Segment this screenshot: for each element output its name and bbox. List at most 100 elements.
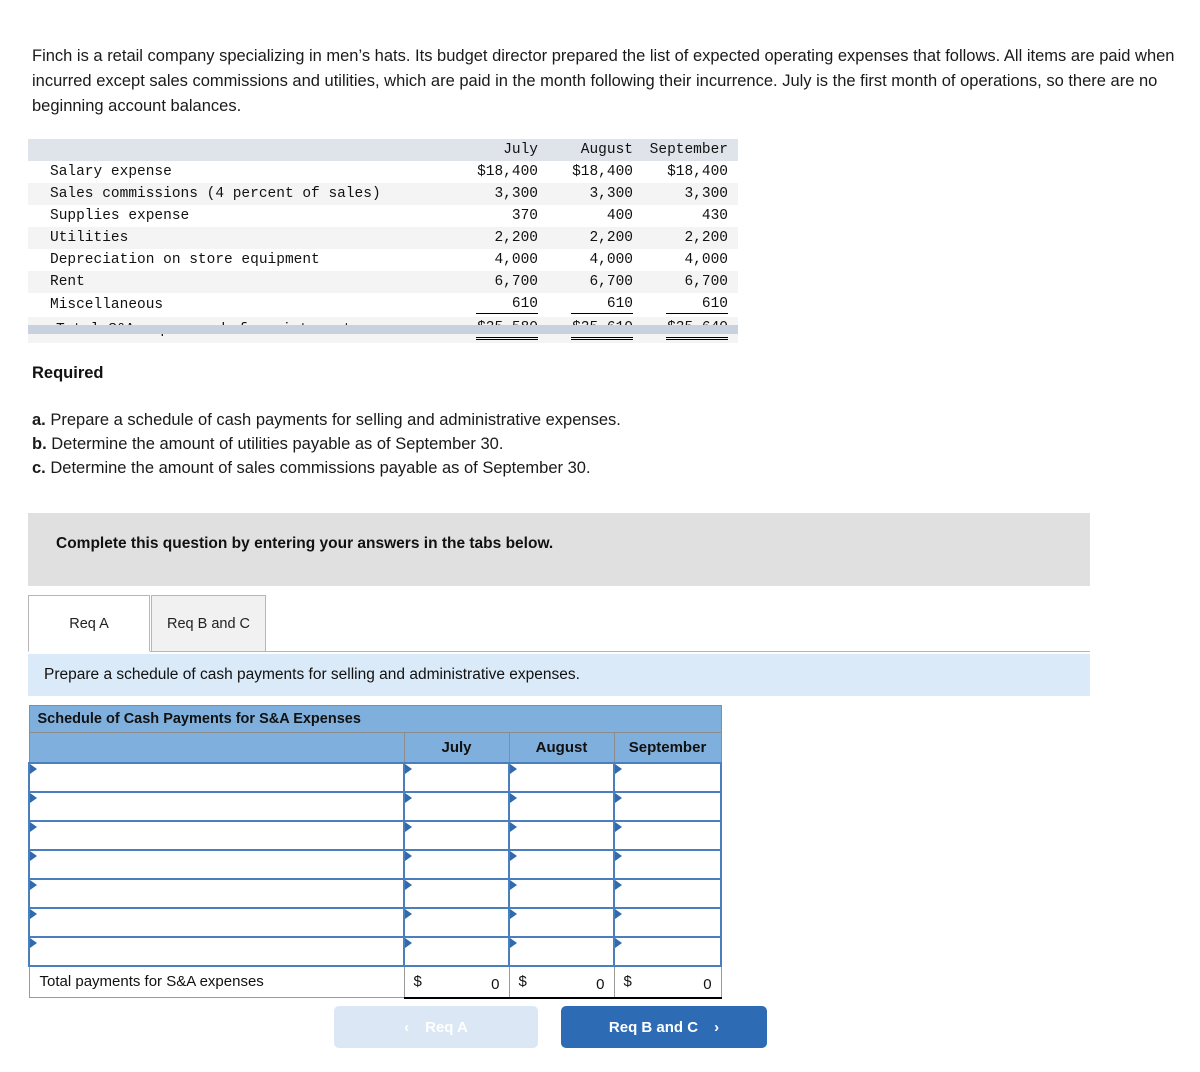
table-row: Sales commissions (4 percent of sales) 3… <box>28 183 738 205</box>
schedule-input-august-7[interactable] <box>508 935 615 967</box>
schedule-input-desc-4[interactable] <box>28 848 405 880</box>
schedule-col-september: September <box>613 732 722 763</box>
question-page: Finch is a retail company specializing i… <box>0 0 1200 1072</box>
item-text-c: Determine the amount of sales commission… <box>50 459 591 477</box>
table-row <box>28 761 723 793</box>
schedule-total-july: $ 0 <box>403 965 510 999</box>
row-value-september: 2,200 <box>684 230 728 246</box>
prev-req-a-button[interactable]: ‹ Req A <box>334 1006 538 1048</box>
row-value-september: 4,000 <box>684 252 728 268</box>
schedule-input-july-6[interactable] <box>403 906 510 938</box>
dropdown-arrow-icon <box>615 821 622 832</box>
dropdown-arrow-icon <box>615 850 622 861</box>
schedule-col-august: August <box>508 732 615 763</box>
chevron-left-icon: ‹ <box>404 1018 410 1036</box>
row-value-september: 430 <box>701 208 728 224</box>
table-row <box>28 790 723 822</box>
dropdown-arrow-icon <box>405 850 412 861</box>
row-value-july: $18,400 <box>477 164 538 180</box>
next-req-b-and-c-button[interactable]: Req B and C › <box>561 1006 767 1048</box>
table-row <box>28 848 723 880</box>
schedule-input-august-1[interactable] <box>508 761 615 793</box>
schedule-input-desc-2[interactable] <box>28 790 405 822</box>
row-value-september-text: 610 <box>666 296 728 314</box>
schedule-input-september-2[interactable] <box>612 790 723 822</box>
dropdown-arrow-icon <box>615 792 622 803</box>
currency-symbol: $ <box>413 972 422 990</box>
schedule-input-september-1[interactable] <box>612 761 723 793</box>
schedule-input-august-2[interactable] <box>508 790 615 822</box>
schedule-input-july-2[interactable] <box>403 790 510 822</box>
table-row: Salary expense $18,400 $18,400 $18,400 <box>28 161 738 183</box>
expense-col-july: July <box>503 142 538 158</box>
dropdown-arrow-icon <box>510 792 517 803</box>
schedule-input-desc-3[interactable] <box>28 819 405 851</box>
row-value-july: 370 <box>511 208 538 224</box>
schedule-input-desc-7[interactable] <box>28 935 405 967</box>
dropdown-arrow-icon <box>510 821 517 832</box>
row-value-august-text: 610 <box>571 296 633 314</box>
row-value-august: 4,000 <box>589 252 633 268</box>
schedule-input-july-3[interactable] <box>403 819 510 851</box>
schedule-input-july-5[interactable] <box>403 877 510 909</box>
schedule-total-august: $ 0 <box>508 965 615 999</box>
table-row <box>28 906 723 938</box>
dropdown-arrow-icon <box>510 763 517 774</box>
schedule-input-august-5[interactable] <box>508 877 615 909</box>
schedule-input-august-3[interactable] <box>508 819 615 851</box>
required-heading: Required <box>32 364 104 382</box>
dropdown-arrow-icon <box>510 908 517 919</box>
table-row <box>28 819 723 851</box>
table-row: Rent 6,700 6,700 6,700 <box>28 271 738 293</box>
dropdown-arrow-icon <box>510 850 517 861</box>
dropdown-arrow-icon <box>615 908 622 919</box>
schedule-input-september-3[interactable] <box>612 819 723 851</box>
schedule-title-row: Schedule of Cash Payments for S&A Expens… <box>28 705 722 733</box>
schedule-input-desc-1[interactable] <box>28 761 405 793</box>
schedule-table-container: Schedule of Cash Payments for S&A Expens… <box>28 705 723 999</box>
dropdown-arrow-icon <box>30 763 37 774</box>
schedule-input-july-7[interactable] <box>403 935 510 967</box>
tab-req-a-label: Req A <box>69 615 109 632</box>
schedule-input-desc-5[interactable] <box>28 877 405 909</box>
list-item: b. Determine the amount of utilities pay… <box>32 432 621 456</box>
dropdown-arrow-icon <box>510 879 517 890</box>
chevron-right-icon: › <box>714 1018 720 1036</box>
schedule-input-july-1[interactable] <box>403 761 510 793</box>
tab-req-b-and-c-label: Req B and C <box>166 615 251 632</box>
dropdown-arrow-icon <box>30 792 37 803</box>
dropdown-arrow-icon <box>405 792 412 803</box>
row-value-july: 4,000 <box>494 252 538 268</box>
schedule-input-september-6[interactable] <box>612 906 723 938</box>
tab-instruction-bar: Prepare a schedule of cash payments for … <box>28 654 1090 696</box>
schedule-input-september-5[interactable] <box>612 877 723 909</box>
row-value-august: 610 <box>548 293 643 317</box>
table-row <box>28 877 723 909</box>
dropdown-arrow-icon <box>405 763 412 774</box>
schedule-input-august-6[interactable] <box>508 906 615 938</box>
row-label: Rent <box>50 274 85 290</box>
dropdown-arrow-icon <box>405 879 412 890</box>
row-label: Depreciation on store equipment <box>50 252 320 268</box>
schedule-input-july-4[interactable] <box>403 848 510 880</box>
dropdown-arrow-icon <box>405 821 412 832</box>
schedule-input-desc-6[interactable] <box>28 906 405 938</box>
list-item: c. Determine the amount of sales commiss… <box>32 456 621 480</box>
next-req-b-and-c-label: Req B and C <box>608 1018 699 1036</box>
expense-table-scrollbar[interactable] <box>28 325 738 334</box>
prev-req-a-label: Req A <box>425 1018 468 1036</box>
schedule-input-september-4[interactable] <box>612 848 723 880</box>
row-value-august: 2,200 <box>589 230 633 246</box>
intro-paragraph: Finch is a retail company specializing i… <box>32 47 1175 115</box>
table-row: Utilities 2,200 2,200 2,200 <box>28 227 738 249</box>
tab-req-a[interactable]: Req A <box>28 595 150 652</box>
tab-req-b-and-c[interactable]: Req B and C <box>151 595 266 652</box>
table-row: Supplies expense 370 400 430 <box>28 205 738 227</box>
item-text-a: Prepare a schedule of cash payments for … <box>50 411 621 429</box>
expense-col-label <box>28 139 453 161</box>
expense-table: July August September Salary expense $18… <box>28 139 738 343</box>
schedule-input-september-7[interactable] <box>612 935 723 967</box>
schedule-input-august-4[interactable] <box>508 848 615 880</box>
row-label: Utilities <box>50 230 129 246</box>
dropdown-arrow-icon <box>30 821 37 832</box>
